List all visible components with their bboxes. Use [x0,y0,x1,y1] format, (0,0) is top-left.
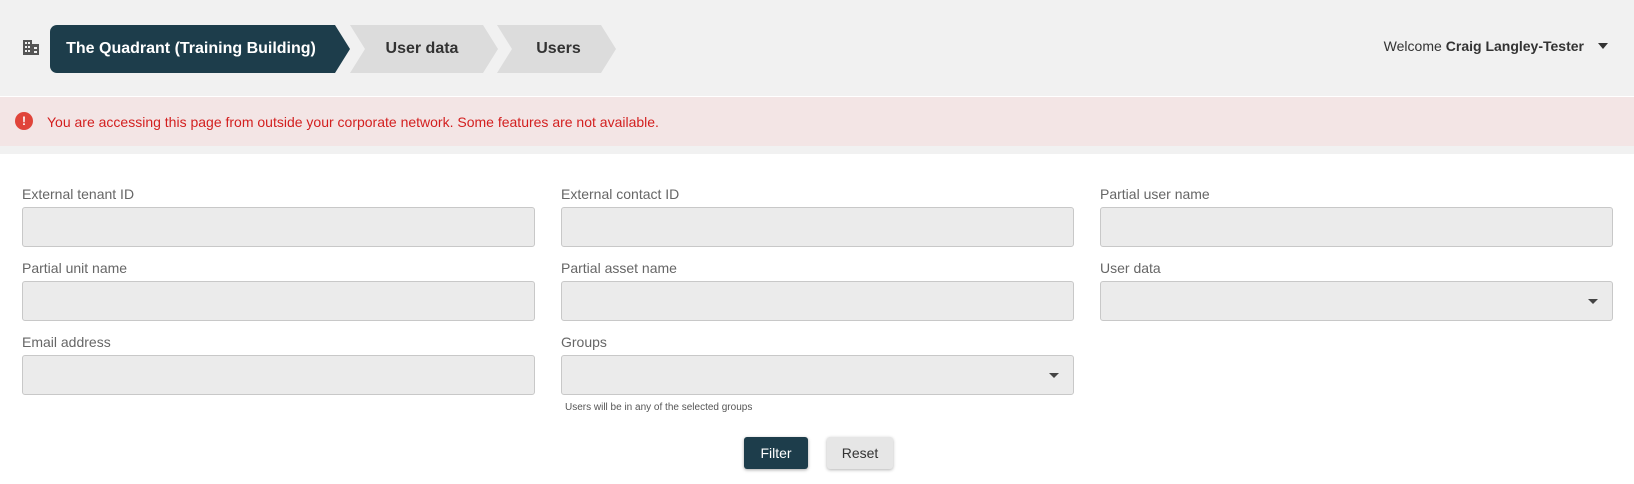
welcome-text: Welcome [1383,38,1442,54]
breadcrumb-label: Users [536,40,581,57]
external-tenant-id-input[interactable] [22,207,535,247]
alert-message: You are accessing this page from outside… [47,114,659,130]
email-address-label: Email address [22,334,111,350]
user-menu[interactable]: Welcome Craig Langley-Tester [1384,38,1608,54]
breadcrumb-label: User data [385,40,459,57]
divider [0,146,1634,154]
groups-select[interactable] [561,355,1074,395]
building-icon[interactable] [22,38,40,56]
user-data-select[interactable] [1100,281,1613,321]
chevron-down-icon [1049,373,1059,378]
user-name: Craig Langley-Tester [1445,38,1584,54]
alert-icon: ! [15,112,33,130]
chevron-down-icon [1588,299,1598,304]
user-data-label: User data [1100,260,1161,276]
external-tenant-id-label: External tenant ID [22,186,135,202]
partial-unit-name-input[interactable] [22,281,535,321]
partial-unit-name-label: Partial unit name [22,260,128,276]
groups-label: Groups [561,334,607,350]
filter-button[interactable]: Filter [744,437,808,469]
chevron-down-icon [1598,43,1608,49]
partial-user-name-input[interactable] [1100,207,1613,247]
external-contact-id-input[interactable] [561,207,1074,247]
breadcrumb-item-building[interactable]: The Quadrant (Training Building) [50,25,350,73]
partial-user-name-label: Partial user name [1100,186,1210,202]
breadcrumb-label: The Quadrant (Training Building) [66,40,316,57]
partial-asset-name-label: Partial asset name [561,260,677,276]
breadcrumb-item-users[interactable]: Users [497,25,616,73]
breadcrumb-item-user-data[interactable]: User data [350,25,498,73]
groups-helper-text: Users will be in any of the selected gro… [565,402,753,413]
external-contact-id-label: External contact ID [561,186,680,202]
reset-button[interactable]: Reset [827,437,893,469]
email-address-input[interactable] [22,355,535,395]
partial-asset-name-input[interactable] [561,281,1074,321]
